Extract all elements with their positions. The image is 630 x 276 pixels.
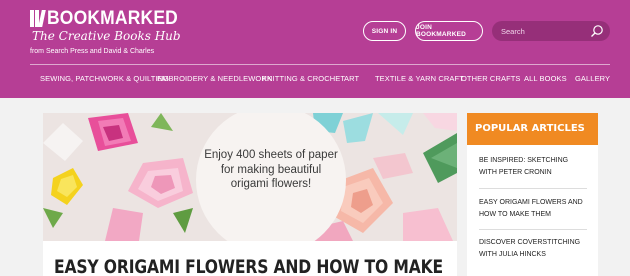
hero-image[interactable]: Enjoy 400 sheets of paper for making bea… xyxy=(43,113,457,241)
sidebar-heading: POPULAR ARTICLES xyxy=(467,113,598,145)
brand-tagline: The Creative Books Hub xyxy=(32,29,181,43)
nav-item-gallery[interactable]: GALLERY xyxy=(575,74,610,83)
nav-item-sewing[interactable]: SEWING, PATCHWORK & QUILTING xyxy=(40,74,169,83)
site-logo[interactable]: BOOKMARKED The Creative Books Hub from S… xyxy=(30,8,181,58)
sign-in-button[interactable]: SIGN IN xyxy=(363,21,406,41)
nav-item-knitting[interactable]: KNITTING & CROCHET xyxy=(262,74,345,83)
main-nav: SEWING, PATCHWORK & QUILTING EMBROIDERY … xyxy=(40,74,610,88)
nav-item-other-crafts[interactable]: OTHER CRAFTS xyxy=(461,74,521,83)
popular-article-link[interactable]: BE INSPIRED: SKETCHING WITH PETER CRONIN xyxy=(479,155,587,179)
search-input[interactable]: Search xyxy=(492,21,610,41)
nav-item-all-books[interactable]: ALL BOOKS xyxy=(524,74,567,83)
books-logo-icon xyxy=(30,10,46,27)
search-icon[interactable] xyxy=(590,24,604,38)
popular-articles-sidebar: POPULAR ARTICLES BE INSPIRED: SKETCHING … xyxy=(467,113,598,276)
popular-article-link[interactable]: EASY ORIGAMI FLOWERS AND HOW TO MAKE THE… xyxy=(479,197,587,221)
popular-article-link[interactable]: DISCOVER COVERSTITCHING WITH JULIA HINCK… xyxy=(479,237,587,261)
header-divider xyxy=(30,64,610,65)
join-button[interactable]: JOIN BOOKMARKED xyxy=(415,21,483,41)
nav-item-textile[interactable]: TEXTILE & YARN CRAFT xyxy=(375,74,464,83)
nav-item-embroidery[interactable]: EMBROIDERY & NEEDLEWORK xyxy=(157,74,272,83)
sidebar-divider xyxy=(479,229,587,230)
brand-name: BOOKMARKED xyxy=(47,8,178,29)
article-title[interactable]: EASY ORIGAMI FLOWERS AND HOW TO MAKE xyxy=(54,256,443,276)
main-article: Enjoy 400 sheets of paper for making bea… xyxy=(43,113,457,276)
brand-byline: from Search Press and David & Charles xyxy=(30,48,155,55)
search-placeholder: Search xyxy=(501,27,525,36)
hero-caption: Enjoy 400 sheets of paper for making bea… xyxy=(204,149,338,190)
site-header: BOOKMARKED The Creative Books Hub from S… xyxy=(0,0,630,98)
sidebar-divider xyxy=(479,188,587,189)
nav-item-art[interactable]: ART xyxy=(344,74,359,83)
